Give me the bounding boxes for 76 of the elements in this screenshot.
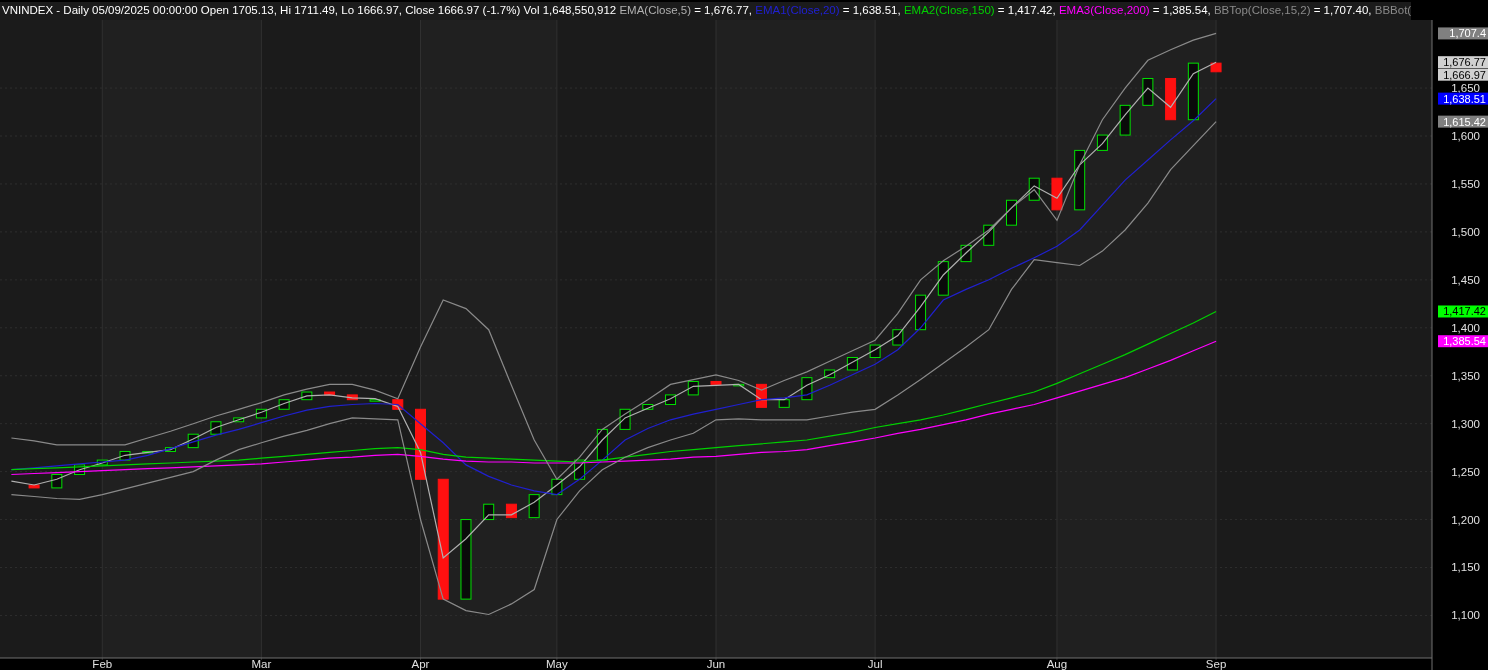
axis-label: Aug: [1046, 658, 1068, 670]
axis-label: Sep: [1205, 658, 1227, 670]
price-candle: [301, 391, 313, 401]
price-candle: [505, 503, 517, 519]
price-candle: [937, 261, 949, 296]
axis-label: 1,200: [1451, 513, 1480, 526]
axis-label: Jul: [867, 658, 883, 670]
axis-label: 1,550: [1451, 177, 1480, 190]
price-candle: [574, 459, 586, 480]
price-candle: [983, 224, 995, 246]
price-candle: [96, 459, 108, 466]
price-candle: [846, 357, 858, 371]
chart-legend: VNINDEX - Daily 05/09/2025 00:00:00 Open 1705.13, Hi 1711.49, Lo 1666.97, Close 1666.97 (-1.7%) Vol 1,648,550,912 EMA(Close,5) = 1,676.77, EMA1(Close,20) = 1,638.51, EMA2(Close,150) = 1,417.42, EMA3(Close,200) = 1,385.54, BBTop(Close,15,2) = 1,707.40, BBBot(: [0, 2, 1412, 20]
price-candle: [1096, 134, 1108, 151]
price-candle: [1051, 177, 1063, 211]
price-candle: [187, 433, 199, 449]
price-tag: 1,676.77: [1438, 56, 1488, 69]
price-candle: [28, 484, 40, 489]
price-tag: 1,417.42: [1438, 305, 1488, 318]
price-candle: [824, 369, 836, 379]
price-candle: [778, 399, 790, 408]
axis-label: 1,300: [1451, 417, 1480, 430]
price-candle: [483, 503, 495, 521]
price-candle: [528, 494, 540, 519]
price-candle: [733, 383, 745, 387]
price-candle: [619, 408, 631, 430]
axis-label: Apr: [411, 658, 430, 670]
price-candle: [1028, 177, 1040, 201]
price-candle: [551, 478, 563, 496]
price-tag: 1,707.4: [1438, 27, 1488, 40]
price-candle: [892, 329, 904, 346]
price-candle: [415, 408, 426, 480]
price-candle: [1142, 78, 1154, 106]
price-candle: [1210, 62, 1222, 73]
price-candle: [165, 447, 176, 452]
price-candle: [1006, 199, 1017, 226]
price-candle: [596, 428, 608, 461]
price-candle: [869, 344, 881, 358]
price-candle: [119, 450, 131, 461]
price-candle: [324, 391, 336, 396]
axis-label: Mar: [251, 658, 272, 670]
axis-label: 1,150: [1451, 561, 1480, 574]
price-candle: [278, 399, 290, 410]
axis-label: 1,400: [1451, 321, 1480, 334]
axis-label: May: [546, 658, 568, 670]
price-candle: [255, 408, 267, 419]
price-candle: [51, 474, 63, 489]
price-candle: [687, 381, 699, 396]
axis-label: Jun: [706, 658, 726, 670]
price-candle: [915, 294, 927, 331]
price-tag: 1,385.54: [1438, 335, 1488, 348]
price-candle: [233, 417, 245, 423]
price-candle: [1074, 149, 1086, 211]
axis-label: 1,650: [1451, 82, 1480, 95]
price-candle: [960, 244, 972, 263]
price-candle: [1165, 78, 1177, 121]
price-candle: [74, 464, 86, 475]
price-candle: [1187, 62, 1199, 121]
price-candle: [369, 399, 381, 402]
price-candle: [210, 421, 222, 435]
price-candle: [392, 399, 404, 410]
axis-label: 1,450: [1451, 273, 1480, 286]
price-candle: [142, 450, 154, 454]
price-candle: [710, 381, 722, 385]
axis-label: Feb: [92, 658, 113, 670]
price-candle: [346, 394, 358, 401]
price-candle: [801, 377, 813, 401]
axis-label: 1,250: [1451, 465, 1480, 478]
axis-label: 1,600: [1451, 130, 1480, 142]
price-candle: [1119, 104, 1131, 136]
price-candle: [642, 404, 654, 410]
price-candle: [755, 383, 767, 408]
axis-label: 1,350: [1451, 369, 1480, 382]
price-candle: [665, 394, 677, 405]
axis-label: 1,500: [1451, 225, 1480, 238]
axis-label: 1,100: [1451, 609, 1480, 622]
